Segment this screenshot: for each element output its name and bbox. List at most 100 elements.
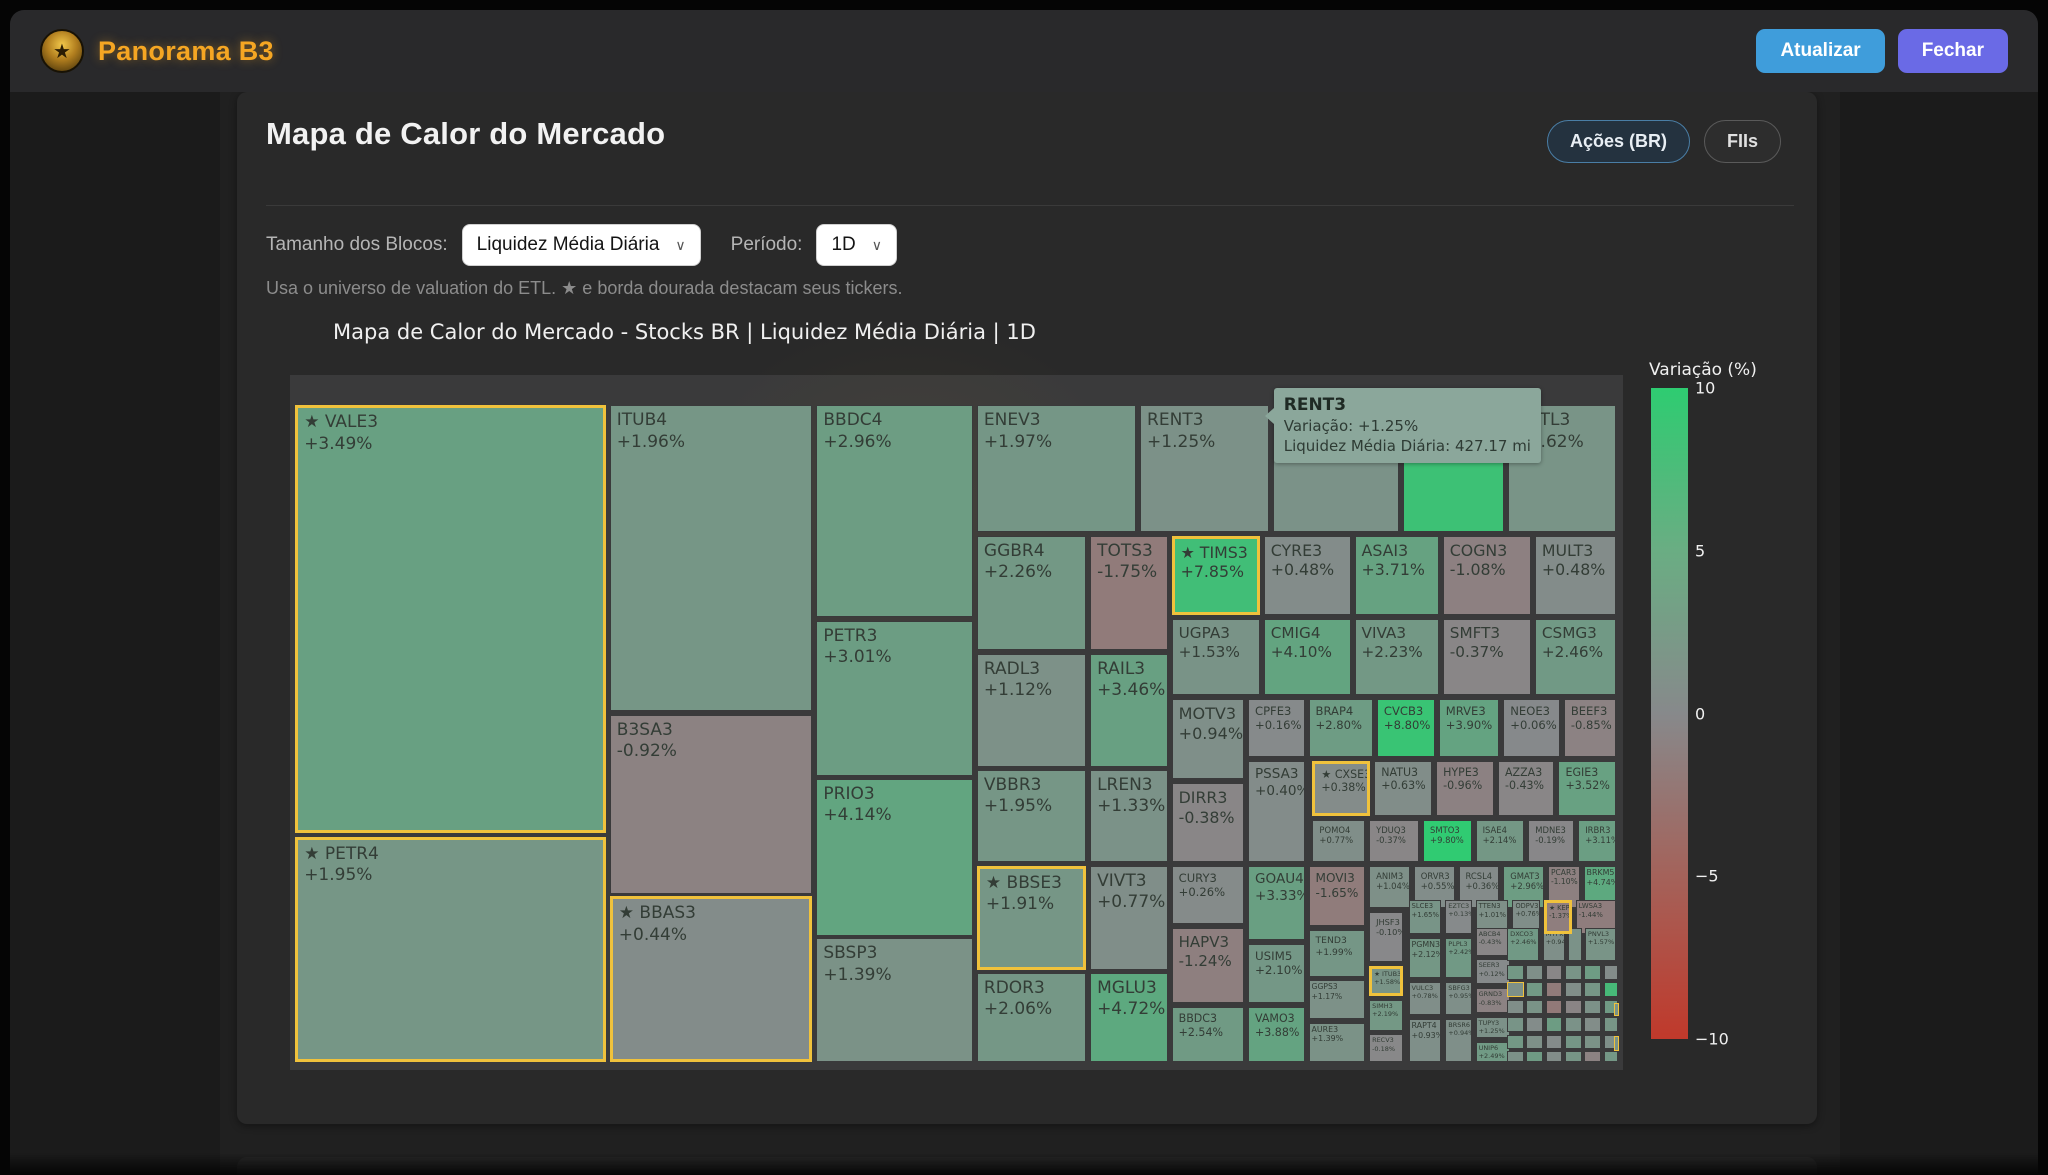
- treemap-tile-YDUQ3[interactable]: YDUQ3-0.37%: [1369, 820, 1419, 862]
- treemap-tile-EZTC3[interactable]: EZTC3+0.13%: [1445, 900, 1471, 934]
- treemap-tile-CYRE3[interactable]: CYRE3+0.48%: [1264, 536, 1351, 615]
- treemap-tile-AZZA3[interactable]: AZZA3-0.43%: [1498, 761, 1555, 816]
- treemap-tile-ANIM3[interactable]: ANIM3+1.04%: [1369, 866, 1410, 908]
- treemap-micro-tile[interactable]: [1604, 965, 1618, 980]
- treemap-micro-tile[interactable]: [1546, 982, 1563, 997]
- treemap-tile-KEPL3[interactable]: ★ KEPL3-1.37%: [1544, 900, 1572, 934]
- treemap-tile-SMFT3[interactable]: SMFT3-0.37%: [1443, 619, 1531, 695]
- treemap-tile-POMO4[interactable]: POMO4+0.77%: [1312, 820, 1365, 862]
- treemap-tile-SBSP3[interactable]: SBSP3+1.39%: [816, 938, 973, 1062]
- treemap-tile-VIVA3[interactable]: VIVA3+2.23%: [1355, 619, 1439, 695]
- treemap-tile-SLCE3[interactable]: SLCE3+1.65%: [1409, 900, 1442, 934]
- treemap-micro-tile[interactable]: [1565, 982, 1582, 997]
- treemap-micro-tile[interactable]: [1526, 1000, 1543, 1015]
- treemap-micro-tile[interactable]: [1507, 982, 1524, 997]
- treemap-micro-tile[interactable]: [1584, 1017, 1601, 1032]
- treemap-micro-tile[interactable]: [1604, 1051, 1618, 1061]
- treemap-micro-tile[interactable]: [1546, 965, 1563, 980]
- treemap-tile-HYPE3[interactable]: HYPE3-0.96%: [1436, 761, 1494, 816]
- treemap-tile-ITUB3[interactable]: ★ ITUB3+1.58%: [1369, 966, 1403, 996]
- treemap-tile-USIM5[interactable]: USIM5+2.10%: [1248, 944, 1305, 1003]
- treemap-tile-PSSA3[interactable]: PSSA3+0.40%: [1248, 761, 1305, 862]
- treemap-tile-CSMG3[interactable]: CSMG3+2.46%: [1535, 619, 1617, 695]
- treemap-micro-tile[interactable]: [1507, 1051, 1524, 1061]
- treemap-micro-tile[interactable]: [1507, 1035, 1524, 1050]
- treemap-tile-SEER3[interactable]: SEER3+0.12%: [1476, 959, 1510, 984]
- treemap-micro-tile[interactable]: [1507, 1000, 1524, 1015]
- treemap-tile-GRND3[interactable]: GRND3-0.83%: [1476, 988, 1510, 1013]
- treemap-tile-MOVI3[interactable]: MOVI3-1.65%: [1309, 866, 1366, 927]
- treemap-tile-MOTV3[interactable]: MOTV3+0.94%: [1172, 699, 1244, 779]
- treemap-tile-SBFG3[interactable]: SBFG3+0.95%: [1445, 982, 1471, 1015]
- treemap-micro-tile[interactable]: [1507, 965, 1524, 980]
- treemap-tile-ITUB4[interactable]: ITUB4+1.96%: [610, 405, 813, 710]
- treemap-tile-VIVT3[interactable]: VIVT3+0.77%: [1090, 866, 1168, 970]
- treemap-tile-PGMN3[interactable]: PGMN3+2.12%: [1409, 938, 1442, 977]
- treemap-tile-RECV3[interactable]: RECV3-0.18%: [1369, 1034, 1403, 1062]
- treemap-tile-VULC3[interactable]: VULC3+0.78%: [1409, 982, 1442, 1015]
- treemap-tile-RAIL3[interactable]: RAIL3+3.46%: [1090, 654, 1168, 767]
- treemap-micro-tile[interactable]: [1584, 1000, 1601, 1015]
- treemap-tile-ASAI3[interactable]: ASAI3+3.71%: [1355, 536, 1439, 615]
- treemap-tile-CVCB3[interactable]: CVCB3+8.80%: [1377, 699, 1435, 757]
- treemap-micro-tile[interactable]: [1584, 1051, 1601, 1061]
- treemap-tile-MDNE3[interactable]: MDNE3-0.19%: [1528, 820, 1574, 862]
- treemap-micro-tile[interactable]: [1526, 1051, 1543, 1061]
- treemap-tile-GGPS3[interactable]: GGPS3+1.17%: [1309, 980, 1366, 1018]
- treemap-micro-tile[interactable]: [1507, 1017, 1524, 1032]
- treemap-tile-GOAU4[interactable]: GOAU4+3.33%: [1248, 866, 1305, 940]
- treemap-tile-PLPL3[interactable]: PLPL3+2.42%: [1445, 938, 1471, 977]
- treemap-tile-BBDC3[interactable]: BBDC3+2.54%: [1172, 1007, 1244, 1062]
- treemap-micro-tile[interactable]: [1546, 1051, 1563, 1061]
- treemap-tile-COGN3[interactable]: COGN3-1.08%: [1443, 536, 1531, 615]
- treemap-tile-ISAE4[interactable]: ISAE4+2.14%: [1476, 820, 1525, 862]
- treemap-tile-MRVE3[interactable]: MRVE3+3.90%: [1439, 699, 1500, 757]
- treemap-tile-BRAP4[interactable]: BRAP4+2.80%: [1309, 699, 1374, 757]
- treemap-tile-RDOR3[interactable]: RDOR3+2.06%: [977, 973, 1086, 1063]
- treemap-tile-JHSF3[interactable]: JHSF3-0.10%: [1369, 912, 1403, 962]
- treemap-tile-RENT3[interactable]: RENT3+1.25%: [1140, 405, 1269, 531]
- treemap-micro-tile[interactable]: [1526, 982, 1543, 997]
- treemap-tile-BEEF3[interactable]: BEEF3-0.85%: [1564, 699, 1617, 757]
- treemap-tile-DIRR3[interactable]: DIRR3-0.38%: [1172, 783, 1244, 862]
- treemap-tile-PETR4[interactable]: ★ PETR4+1.95%: [295, 837, 606, 1062]
- treemap-tile-EGIE3[interactable]: EGIE3+3.52%: [1558, 761, 1616, 816]
- treemap-tile-ABCB4[interactable]: ABCB4-0.43%: [1476, 928, 1510, 956]
- treemap-tile-BRSR6[interactable]: BRSR6+0.94%: [1445, 1019, 1471, 1062]
- treemap-micro-tile[interactable]: [1614, 1003, 1620, 1017]
- treemap-tile-PRIO3[interactable]: PRIO3+4.14%: [816, 779, 973, 936]
- treemap-tile-CXSE3[interactable]: ★ CXSE3+0.38%: [1312, 761, 1370, 816]
- treemap-tile-SIMH3[interactable]: SIMH3+2.19%: [1369, 1000, 1403, 1030]
- treemap-micro-tile[interactable]: [1526, 1035, 1543, 1050]
- treemap-micro-tile[interactable]: [1546, 1017, 1563, 1032]
- treemap-micro-tile[interactable]: [1546, 1035, 1563, 1050]
- period-select[interactable]: 1D ∨: [816, 224, 897, 266]
- treemap-tile-TUPY3[interactable]: TUPY3+1.25%: [1476, 1017, 1510, 1038]
- tab-fiis[interactable]: FIIs: [1704, 120, 1781, 163]
- treemap-tile-UNIP6[interactable]: UNIP6+2.49%: [1476, 1042, 1510, 1062]
- treemap-tile-SMTO3[interactable]: SMTO3+9.80%: [1423, 820, 1472, 862]
- treemap-tile-VAMO3[interactable]: VAMO3+3.88%: [1248, 1007, 1305, 1062]
- treemap-micro-tile[interactable]: [1584, 965, 1601, 980]
- treemap-tile-GGBR4[interactable]: GGBR4+2.26%: [977, 536, 1086, 651]
- treemap-tile-NATU3[interactable]: NATU3+0.63%: [1374, 761, 1432, 816]
- treemap-tile-TEND3[interactable]: TEND3+1.99%: [1309, 930, 1366, 976]
- treemap-tile-RADL3[interactable]: RADL3+1.12%: [977, 654, 1086, 767]
- treemap-tile-MULT3[interactable]: MULT3+0.48%: [1535, 536, 1617, 615]
- block-size-select[interactable]: Liquidez Média Diária ∨: [462, 224, 701, 266]
- update-button[interactable]: Atualizar: [1756, 29, 1884, 73]
- treemap-tile-BBDC4[interactable]: BBDC4+2.96%: [816, 405, 973, 617]
- treemap-tile-BBAS3[interactable]: ★ BBAS3+0.44%: [610, 896, 813, 1062]
- treemap-micro-tile[interactable]: [1584, 982, 1601, 997]
- treemap-micro-tile[interactable]: [1584, 1035, 1601, 1050]
- treemap-tile-RAPT4[interactable]: RAPT4+0.93%: [1409, 1019, 1442, 1062]
- treemap-tile-UGPA3[interactable]: UGPA3+1.53%: [1172, 619, 1260, 695]
- treemap-tile-DXCO3[interactable]: DXCO3+2.46%: [1507, 928, 1539, 961]
- treemap-micro-tile[interactable]: [1565, 1051, 1582, 1061]
- treemap-tile-HAPV3[interactable]: HAPV3-1.24%: [1172, 928, 1244, 1003]
- treemap-tile-MGLU3[interactable]: MGLU3+4.72%: [1090, 973, 1168, 1063]
- treemap-tile-CPFE3[interactable]: CPFE3+0.16%: [1248, 699, 1305, 757]
- treemap-micro-tile[interactable]: [1604, 1017, 1618, 1032]
- treemap-tile-VALE3[interactable]: ★ VALE3+3.49%: [295, 405, 606, 833]
- treemap-tile-IRBR3[interactable]: IRBR3+3.11%: [1578, 820, 1616, 862]
